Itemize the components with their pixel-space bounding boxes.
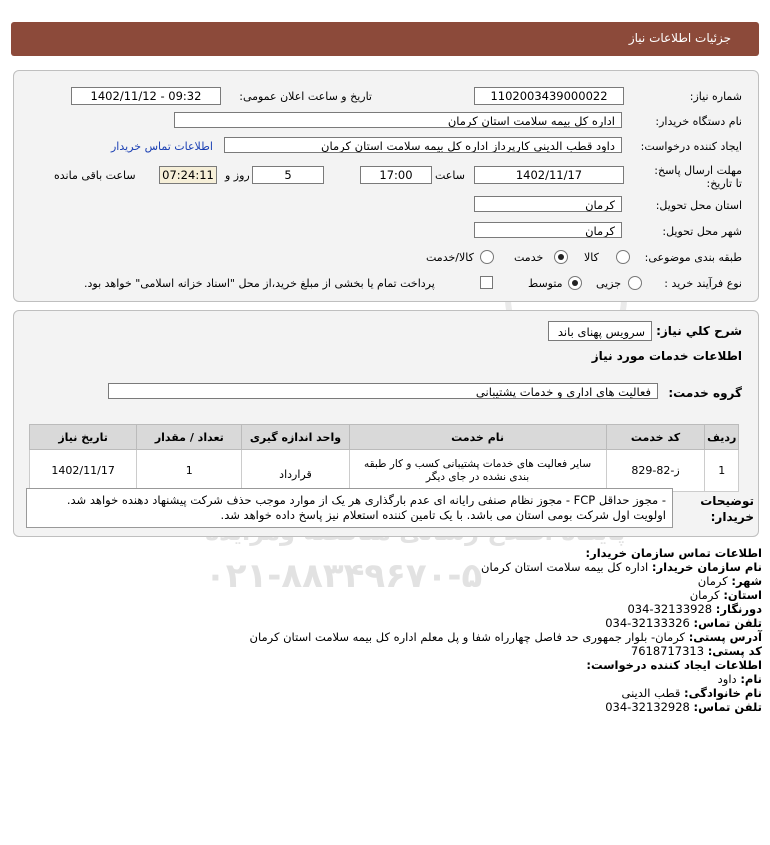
row-qty: 1 (136, 449, 243, 492)
creator-contact-title: اطلاعات ایجاد کننده درخواست: (586, 658, 762, 672)
remaining-label: ساعت باقی مانده (54, 169, 136, 182)
page-header: جزئیات اطلاعات نیاز (11, 22, 759, 56)
province-label: استان محل تحویل: (655, 199, 742, 212)
table-row: 1 ز-82-829 سایر فعالیت های خدمات پشتیبان… (28, 449, 739, 492)
city-label: شهر محل تحویل: (662, 225, 742, 238)
org-contact-title: اطلاعات تماس سازمان خریدار: (585, 546, 762, 560)
services-table: ردیف کد خدمت نام خدمت واحد اندازه گیری ت… (28, 424, 739, 492)
table-header-row: ردیف کد خدمت نام خدمت واحد اندازه گیری ت… (28, 424, 739, 450)
col-unit: واحد اندازه گیری (241, 424, 350, 450)
creator-field: داود قطب الدینی کارپرداز اداره کل بیمه س… (224, 137, 622, 153)
creator-label: ایجاد کننده درخواست: (640, 140, 742, 153)
category-radio-both[interactable] (480, 250, 494, 264)
remaining-time-field: 07:24:11 (159, 166, 217, 184)
deadline-time-field: 17:00 (360, 166, 432, 184)
row-index: 1 (704, 449, 739, 492)
org-city-line: شهر: کرمان (697, 574, 762, 588)
col-code: کد خدمت (605, 424, 706, 450)
need-info-panel: شماره نیاز: 1102003439000022 تاریخ و ساع… (13, 70, 759, 302)
summary-field: سرویس پهنای باند (548, 321, 652, 341)
category-radio-goods[interactable] (616, 250, 630, 264)
buyer-notes: - مجوز حداقل FCP - مجوز نظام صنفی رایانه… (26, 488, 673, 528)
org-phone-line: تلفن تماس: 034-32133326 (605, 616, 762, 630)
row-date: 1402/11/17 (28, 449, 138, 492)
treasury-checkbox[interactable] (480, 276, 493, 289)
watermark-phone: ۰۲۱-۸۸۳۴۹۶۷۰-۵ (205, 556, 483, 596)
summary-label: شرح کلي نياز: (656, 324, 742, 338)
creator-phone-line: تلفن تماس: 034-32132928 (605, 700, 762, 714)
row-code: ز-82-829 (605, 449, 706, 492)
org-address-line: آدرس پستی: کرمان- بلوار جمهوری حد فاصل چ… (249, 630, 762, 644)
process-option-medium: متوسط (528, 277, 563, 290)
row-unit: قرارداد (241, 449, 350, 492)
page-title: جزئیات اطلاعات نیاز (628, 31, 731, 45)
category-label: طبقه بندی موضوعی: (644, 251, 742, 264)
buyer-label: نام دستگاه خریدار: (655, 115, 742, 128)
category-radio-service[interactable] (554, 250, 568, 264)
services-section-title: اطلاعات خدمات مورد نیاز (591, 349, 742, 363)
payment-note: پرداخت تمام یا بخشی از مبلغ خرید،از محل … (84, 277, 435, 290)
org-name-line: نام سازمان خریدار: اداره کل بیمه سلامت ا… (481, 560, 762, 574)
service-group-field: فعالیت های اداری و خدمات پشتیبانی (108, 383, 658, 399)
buyer-contact-link[interactable]: اطلاعات تماس خریدار (111, 140, 213, 153)
category-option-goods: کالا (584, 251, 599, 264)
buyer-field: اداره کل بیمه سلامت استان کرمان (174, 112, 622, 128)
days-field: 5 (252, 166, 324, 184)
time-label: ساعت (435, 169, 465, 182)
province-field: کرمان (474, 196, 622, 212)
process-label: نوع فرآیند خرید : (664, 277, 742, 290)
category-option-service: خدمت (514, 251, 544, 264)
creator-name-line: نام: داود (717, 672, 762, 686)
col-qty: تعداد / مقدار (136, 424, 243, 450)
announce-field: 1402/11/12 - 09:32 (71, 87, 221, 105)
need-number-label: شماره نیاز: (689, 90, 742, 103)
deadline-label: مهلت ارسال پاسخ: تا تاریخ: (654, 164, 742, 190)
deadline-date-field: 1402/11/17 (474, 166, 624, 184)
row-name: سایر فعالیت های خدمات پشتیبانی کسب و کار… (348, 449, 607, 492)
days-label: روز و (225, 169, 250, 182)
process-radio-minor[interactable] (628, 276, 642, 290)
org-fax-line: دورنگار: 034-32133928 (627, 602, 762, 616)
org-province-line: استان: کرمان (689, 588, 762, 602)
announce-label: تاریخ و ساعت اعلان عمومی: (239, 90, 372, 103)
org-postal-line: کد پستی: 7618717313 (630, 644, 762, 658)
col-name: نام خدمت (348, 424, 607, 450)
col-date: تاریخ نیاز (28, 424, 138, 450)
city-field: کرمان (474, 222, 622, 238)
process-radio-medium[interactable] (568, 276, 582, 290)
notes-label: توضیحات خریدار: (700, 494, 754, 524)
col-index: ردیف (704, 424, 739, 450)
process-option-minor: جزیی (596, 277, 622, 290)
category-option-both: کالا/خدمت (426, 251, 474, 264)
service-group-label: گروه خدمت: (668, 386, 742, 400)
need-number-field: 1102003439000022 (474, 87, 624, 105)
creator-lastname-line: نام خانوادگی: قطب الدینی (621, 686, 763, 700)
